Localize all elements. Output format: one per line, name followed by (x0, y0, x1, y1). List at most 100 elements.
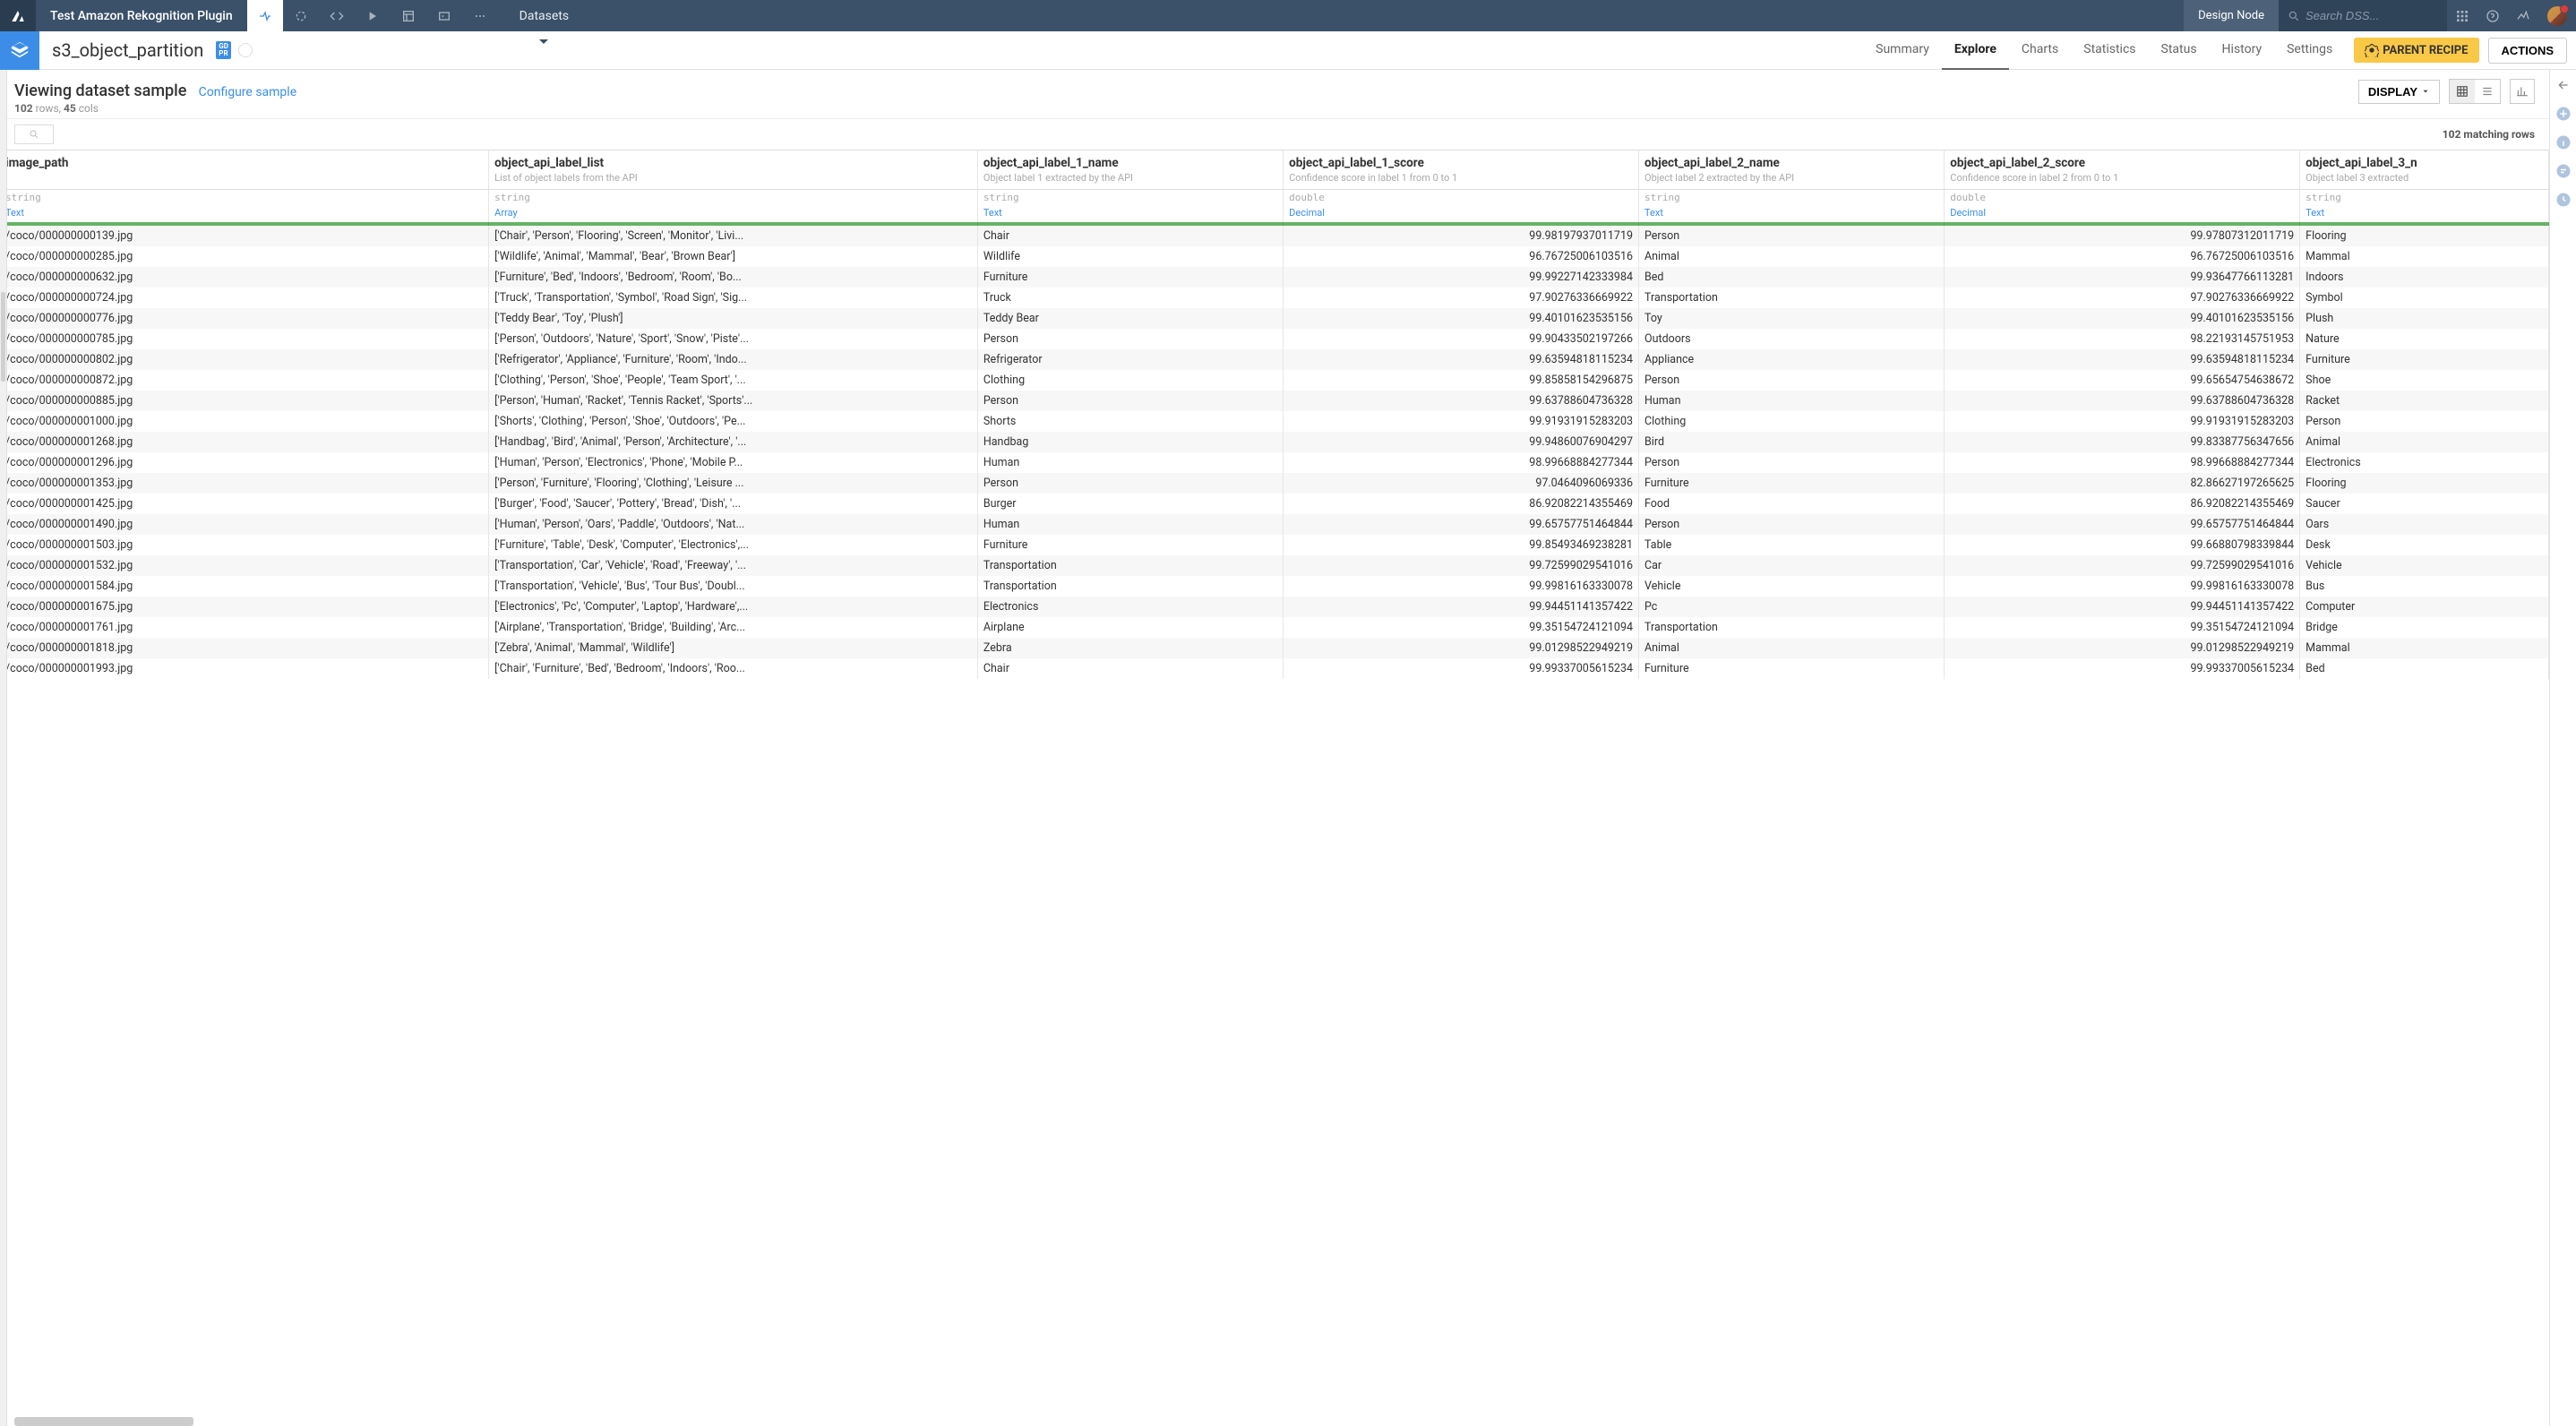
column-meaning[interactable]: Decimal (1284, 205, 1639, 222)
column-header[interactable]: object_api_label_listList of object labe… (489, 150, 978, 190)
gutter-grip[interactable] (1, 292, 5, 382)
table-row[interactable]: /coco/000000001490.jpg['Human', 'Person'… (0, 514, 2549, 535)
table-row[interactable]: /coco/000000001503.jpg['Furniture', 'Tab… (0, 535, 2549, 555)
table-row[interactable]: /coco/000000000632.jpg['Furniture', 'Bed… (0, 267, 2549, 288)
table-row[interactable]: /coco/000000001675.jpg['Electronics', 'P… (0, 597, 2549, 617)
column-meaning[interactable]: Text (2300, 205, 2549, 222)
data-table-wrap[interactable]: image_pathobject_api_label_listList of o… (0, 150, 2549, 1416)
column-meaning[interactable]: Text (1639, 205, 1945, 222)
table-header-row: image_pathobject_api_label_listList of o… (0, 150, 2549, 190)
view-chart-icon[interactable] (2510, 79, 2535, 104)
table-row[interactable]: /coco/000000001353.jpg['Person', 'Furnit… (0, 473, 2549, 494)
more-tab-icon[interactable] (462, 0, 498, 31)
configure-sample-link[interactable]: Configure sample (199, 85, 296, 99)
tab-charts[interactable]: Charts (2009, 31, 2071, 70)
table-row[interactable]: /coco/000000000872.jpg['Clothing', 'Pers… (0, 370, 2549, 391)
add-circle-icon[interactable] (2555, 106, 2572, 122)
gdpr-badge[interactable]: GD PR (216, 41, 231, 59)
card-tab-icon[interactable] (426, 0, 462, 31)
breadcrumb-datasets[interactable]: Datasets (509, 9, 580, 23)
table-cell: Animal (1639, 246, 1945, 267)
table-row[interactable]: /coco/000000001818.jpg['Zebra', 'Animal'… (0, 638, 2549, 658)
app-logo-icon[interactable] (0, 0, 36, 31)
tab-status[interactable]: Status (2149, 31, 2210, 70)
table-cell: Person (1639, 226, 1945, 246)
flow-tab[interactable] (247, 0, 283, 31)
column-header[interactable]: image_path (0, 150, 489, 190)
table-cell: Flooring (2300, 473, 2549, 494)
apps-icon[interactable] (2447, 0, 2477, 31)
parent-recipe-button[interactable]: PARENT RECIPE (2354, 38, 2478, 63)
table-row[interactable]: /coco/000000001532.jpg['Transportation',… (0, 555, 2549, 576)
sample-header: Viewing dataset sample Configure sample … (0, 70, 2549, 119)
code-tab-icon[interactable] (319, 0, 355, 31)
column-header[interactable]: object_api_label_3_nObject label 3 extra… (2300, 150, 2549, 190)
tab-history[interactable]: History (2210, 31, 2275, 70)
table-cell: 97.0464096069336 (1284, 473, 1639, 494)
table-cell: /coco/000000000632.jpg (0, 267, 489, 288)
tab-explore[interactable]: Explore (1942, 31, 2009, 70)
table-cell: 99.83387756347656 (1945, 432, 2300, 452)
project-name[interactable]: Test Amazon Rekognition Plugin (36, 9, 247, 23)
design-node-badge[interactable]: Design Node (2184, 0, 2279, 31)
column-header[interactable]: object_api_label_2_scoreConfidence score… (1945, 150, 2300, 190)
table-row[interactable]: /coco/000000000724.jpg['Truck', 'Transpo… (0, 288, 2549, 308)
activity-icon[interactable] (2508, 0, 2538, 31)
tab-summary[interactable]: Summary (1863, 31, 1942, 70)
display-button[interactable]: DISPLAY (2358, 80, 2440, 104)
global-search[interactable] (2279, 0, 2447, 31)
view-table-icon[interactable] (2450, 80, 2475, 103)
table-cell: Person (2300, 411, 2549, 432)
table-cell: 99.98197937011719 (1284, 226, 1639, 246)
table-row[interactable]: /coco/000000001761.jpg['Airplane', 'Tran… (0, 617, 2549, 638)
user-avatar[interactable] (2547, 6, 2567, 26)
table-row[interactable]: /coco/000000001000.jpg['Shorts', 'Clothi… (0, 411, 2549, 432)
table-row[interactable]: /coco/000000001425.jpg['Burger', 'Food',… (0, 494, 2549, 514)
table-row[interactable]: /coco/000000000885.jpg['Person', 'Human'… (0, 391, 2549, 411)
info-circle-icon[interactable] (2555, 134, 2572, 150)
table-row[interactable]: /coco/000000000785.jpg['Person', 'Outdoo… (0, 329, 2549, 349)
column-meaning[interactable]: Text (0, 205, 489, 222)
play-tab-icon[interactable] (355, 0, 391, 31)
back-arrow-icon[interactable] (2555, 77, 2572, 93)
dataset-title: s3_object_partition (39, 39, 216, 61)
column-header[interactable]: object_api_label_1_scoreConfidence score… (1284, 150, 1639, 190)
table-cell: ['Furniture', 'Table', 'Desk', 'Computer… (489, 535, 978, 555)
actions-button[interactable]: ACTIONS (2488, 38, 2568, 64)
view-list-icon[interactable] (2475, 80, 2500, 103)
reload-icon[interactable] (238, 43, 253, 57)
column-meaning[interactable]: Array (489, 205, 978, 222)
table-row[interactable]: /coco/000000000802.jpg['Refrigerator', '… (0, 349, 2549, 370)
table-cell: 97.90276336669922 (1945, 288, 2300, 308)
table-cell: Person (1639, 452, 1945, 473)
table-row[interactable]: /coco/000000000776.jpg['Teddy Bear', 'To… (0, 308, 2549, 329)
table-row[interactable]: /coco/000000001268.jpg['Handbag', 'Bird'… (0, 432, 2549, 452)
table-row[interactable]: /coco/000000000139.jpg['Chair', 'Person'… (0, 226, 2549, 246)
search-input[interactable] (2306, 9, 2431, 22)
dashboard-tab-icon[interactable] (391, 0, 426, 31)
help-icon[interactable] (2477, 0, 2508, 31)
filter-search-box[interactable] (14, 125, 54, 144)
column-meaning[interactable]: Decimal (1945, 205, 2300, 222)
table-cell: Bus (2300, 576, 2549, 597)
tab-statistics[interactable]: Statistics (2071, 31, 2148, 70)
chat-circle-icon[interactable] (2555, 163, 2572, 179)
table-row[interactable]: /coco/000000000285.jpg['Wildlife', 'Anim… (0, 246, 2549, 267)
tab-settings[interactable]: Settings (2274, 31, 2345, 70)
table-cell: 99.35154724121094 (1945, 617, 2300, 638)
table-cell: Teddy Bear (977, 308, 1283, 329)
horizontal-scrollbar-thumb[interactable] (14, 1417, 193, 1426)
circle-tab-icon[interactable] (283, 0, 319, 31)
table-cell: Chair (977, 658, 1283, 679)
table-cell: Clothing (1639, 411, 1945, 432)
column-header[interactable]: object_api_label_1_nameObject label 1 ex… (977, 150, 1283, 190)
history-circle-icon[interactable] (2555, 192, 2572, 208)
table-cell: Indoors (2300, 267, 2549, 288)
table-cell: Furniture (977, 267, 1283, 288)
column-header[interactable]: object_api_label_2_nameObject label 2 ex… (1639, 150, 1945, 190)
table-row[interactable]: /coco/000000001993.jpg['Chair', 'Furnitu… (0, 658, 2549, 679)
table-row[interactable]: /coco/000000001584.jpg['Transportation',… (0, 576, 2549, 597)
table-row[interactable]: /coco/000000001296.jpg['Human', 'Person'… (0, 452, 2549, 473)
column-meaning[interactable]: Text (977, 205, 1283, 222)
table-cell: Pc (1639, 597, 1945, 617)
